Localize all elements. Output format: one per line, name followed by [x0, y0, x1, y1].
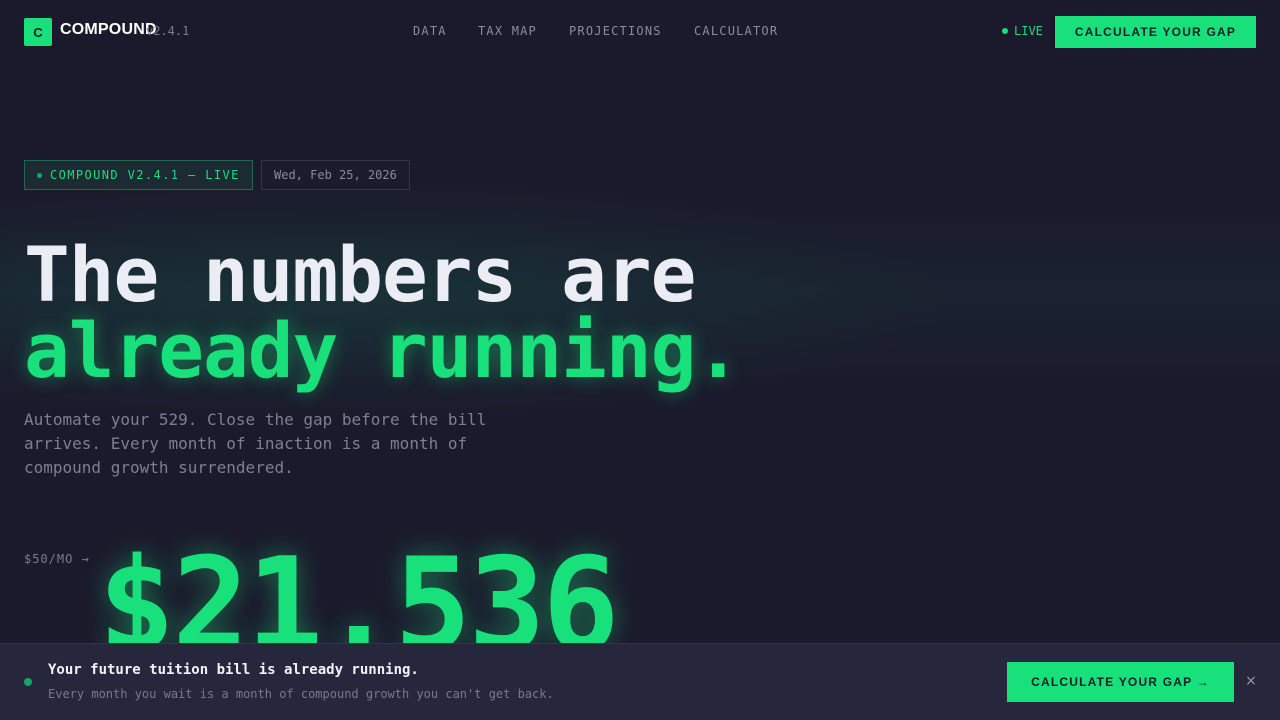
banner-title: Your future tuition bill is already runn…	[48, 662, 419, 678]
nav-item-projections[interactable]: PROJECTIONS	[569, 24, 662, 38]
status-dot-icon	[24, 678, 32, 686]
close-icon[interactable]: ×	[1243, 672, 1259, 690]
live-label: LIVE	[1014, 24, 1043, 38]
status-dot-icon	[37, 172, 42, 178]
current-date: Wed, Feb 25, 2026	[274, 168, 397, 182]
banner-calculate-gap-button[interactable]: CALCULATE YOUR GAP →	[1007, 662, 1234, 702]
badge-label: COMPOUND V2.4.1 — LIVE	[50, 168, 240, 182]
date-badge: Wed, Feb 25, 2026	[261, 160, 410, 190]
monthly-rate-label: $50/MO →	[24, 552, 90, 566]
nav-item-calculator[interactable]: CALCULATOR	[694, 24, 778, 38]
headline-line-1: The numbers are	[24, 230, 696, 319]
page: C COMPOUND v2.4.1 DATA TAX MAP PROJECTIO…	[0, 0, 1280, 720]
live-status: LIVE	[1002, 24, 1043, 38]
version-live-badge: COMPOUND V2.4.1 — LIVE	[24, 160, 253, 190]
hero-subtext: Automate your 529. Close the gap before …	[24, 410, 487, 477]
nav-item-tax-map[interactable]: TAX MAP	[478, 24, 537, 38]
calculate-gap-button[interactable]: CALCULATE YOUR GAP	[1055, 16, 1256, 48]
top-header: C COMPOUND v2.4.1 DATA TAX MAP PROJECTIO…	[0, 0, 1280, 64]
sticky-banner: Your future tuition bill is already runn…	[0, 643, 1280, 720]
headline-line-2: already running.	[24, 306, 741, 395]
nav-item-data[interactable]: DATA	[413, 24, 447, 38]
banner-subtitle: Every month you wait is a month of compo…	[48, 687, 554, 701]
status-dot-icon	[1002, 28, 1008, 34]
